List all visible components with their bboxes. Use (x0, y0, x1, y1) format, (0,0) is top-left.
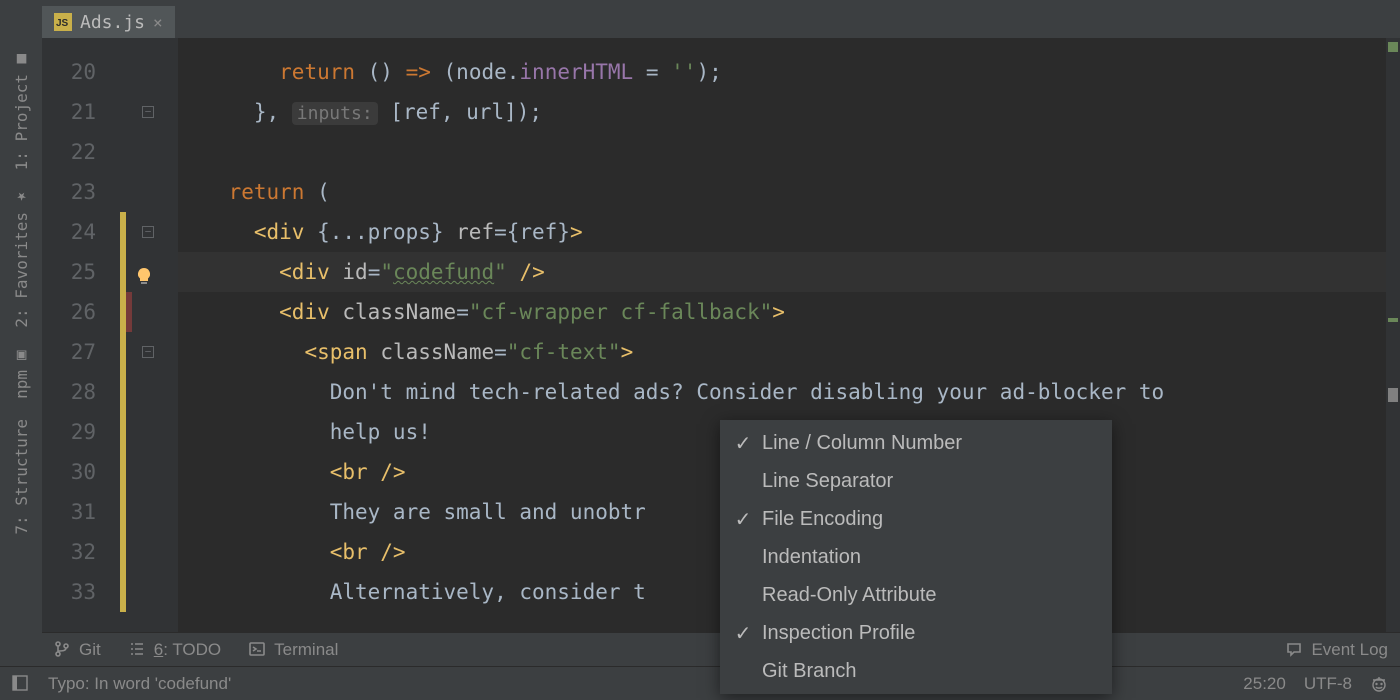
svg-text:JS: JS (56, 18, 69, 29)
line-number: 23 (42, 172, 122, 212)
balloon-icon (1286, 641, 1304, 659)
code-line[interactable]: return ( (178, 172, 1386, 212)
context-menu-item[interactable]: Line Separator (720, 462, 1112, 500)
line-number: 20 (42, 52, 122, 92)
code-line[interactable]: Don't mind tech-related ads? Consider di… (178, 372, 1386, 412)
git-tool-button[interactable]: Git (54, 640, 101, 660)
terminal-icon (249, 641, 267, 659)
hide-toolwindows-icon[interactable] (12, 675, 30, 693)
npm-icon: ▣ (13, 348, 29, 364)
list-icon (129, 641, 147, 659)
line-number: 31 (42, 492, 122, 532)
line-number: 22 (42, 132, 122, 172)
sidebar-item-project[interactable]: 1: Project ■ (12, 52, 31, 170)
context-menu-item[interactable]: ✓ File Encoding (720, 500, 1112, 538)
todo-tool-button[interactable]: 6: TODO (129, 640, 221, 660)
intention-bulb-icon[interactable] (134, 260, 154, 280)
check-icon: ✓ (734, 507, 752, 532)
line-number: 32 (42, 532, 122, 572)
line-number: 27 (42, 332, 122, 372)
context-menu-label: Line Separator (762, 470, 893, 493)
context-menu-label: File Encoding (762, 508, 883, 531)
encoding-indicator[interactable]: UTF-8 (1304, 674, 1352, 694)
line-number: 33 (42, 572, 122, 612)
event-log-button[interactable]: Event Log (1286, 640, 1388, 660)
line-number: 30 (42, 452, 122, 492)
context-menu-item[interactable]: ✓ Line / Column Number (720, 424, 1112, 462)
context-menu-label: Read-Only Attribute (762, 584, 937, 607)
folder-icon: ■ (13, 52, 29, 68)
code-line[interactable]: return () => (node.innerHTML = ''); (178, 52, 1386, 92)
check-icon: ✓ (734, 621, 752, 646)
code-line[interactable]: }, inputs: [ref, url]); (178, 92, 1386, 132)
context-menu-label: Line / Column Number (762, 432, 962, 455)
git-branch-icon (54, 641, 72, 659)
line-number: 24 (42, 212, 122, 252)
analysis-ok-marker (1388, 42, 1398, 52)
code-line[interactable]: <div id="codefund" /> (178, 252, 1386, 292)
context-menu-item[interactable]: Read-Only Attribute (720, 576, 1112, 614)
line-col-indicator[interactable]: 25:20 (1243, 674, 1286, 694)
code-line[interactable]: <div {...props} ref={ref}> (178, 212, 1386, 252)
code-line[interactable]: <span className="cf-text"> (178, 332, 1386, 372)
file-tab[interactable]: JS Ads.js × (42, 6, 175, 38)
editor-tabbar: JS Ads.js × (0, 0, 1400, 38)
status-message: Typo: In word 'codefund' (48, 674, 231, 694)
tab-filename: Ads.js (80, 12, 145, 33)
context-menu-item[interactable]: Indentation (720, 538, 1112, 576)
check-icon: ✓ (734, 431, 752, 456)
sidebar-item-favorites[interactable]: 2: Favorites ★ (12, 190, 31, 328)
statusbar-context-menu: ✓ Line / Column Number Line Separator ✓ File… (720, 420, 1112, 694)
line-number: 26 (42, 292, 122, 332)
stripe-mark[interactable] (1388, 388, 1398, 402)
close-icon[interactable]: × (153, 13, 163, 32)
line-numbers: 2021222324252627282930313233 (42, 38, 122, 632)
line-number: 29 (42, 412, 122, 452)
context-menu-label: Inspection Profile (762, 622, 915, 645)
ide-face-icon[interactable] (1370, 675, 1388, 693)
context-menu-item[interactable]: Git Branch (720, 652, 1112, 690)
left-tool-strip: 1: Project ■ 2: Favorites ★ npm ▣ 7: Str… (0, 38, 42, 654)
stripe-mark[interactable] (1388, 318, 1398, 322)
line-number: 25 (42, 252, 122, 292)
line-number: 21 (42, 92, 122, 132)
context-menu-label: Git Branch (762, 660, 856, 683)
context-menu-label: Indentation (762, 546, 861, 569)
right-error-stripe[interactable] (1386, 38, 1400, 632)
code-line[interactable]: <div className="cf-wrapper cf-fallback"> (178, 292, 1386, 332)
line-number: 28 (42, 372, 122, 412)
terminal-tool-button[interactable]: Terminal (249, 640, 338, 660)
js-file-icon: JS (54, 13, 72, 31)
code-line[interactable] (178, 132, 1386, 172)
sidebar-item-structure[interactable]: 7: Structure (12, 419, 31, 535)
tool-window-bar: Git 6: TODO Terminal Event Log (0, 632, 1400, 666)
star-icon: ★ (13, 190, 29, 206)
sidebar-item-npm[interactable]: npm ▣ (12, 348, 31, 399)
context-menu-item[interactable]: ✓ Inspection Profile (720, 614, 1112, 652)
status-bar: Typo: In word 'codefund' 25:20 UTF-8 (0, 666, 1400, 700)
